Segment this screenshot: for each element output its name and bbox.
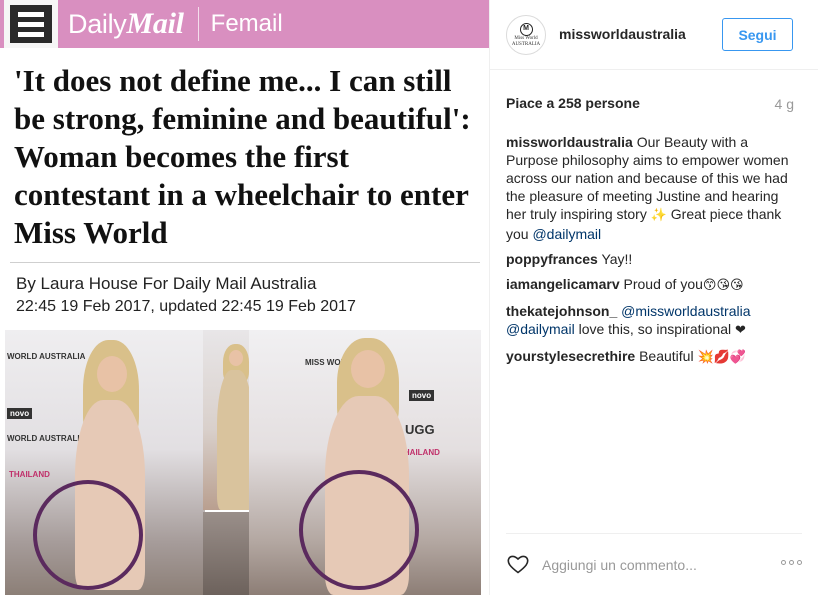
comments-list: missworldaustralia Our Beauty with a Pur…	[506, 133, 796, 374]
account-username[interactable]: missworldaustralia	[559, 26, 686, 42]
comment-text: Yay!!	[597, 251, 633, 267]
face-shape	[351, 350, 385, 388]
comment-text: love this, so inspirational	[574, 321, 735, 337]
more-options-icon[interactable]	[781, 560, 802, 565]
kiss-emoji-icon: 😙😘😘	[702, 278, 744, 293]
comment-text: Beautiful	[635, 348, 698, 364]
photo-contestant-left: WORLD AUSTRALIA novo WORLD AUSTRALIA THA…	[5, 330, 205, 595]
backdrop-text: WORLD AUSTRALIA	[7, 352, 86, 361]
face-shape	[97, 356, 127, 392]
comment-mention[interactable]: @missworldaustralia	[617, 303, 750, 319]
article-photos: WORLD AUSTRALIA novo WORLD AUSTRALIA THA…	[5, 330, 481, 595]
avatar-line2: AUSTRALIA	[511, 41, 541, 47]
comment-mention[interactable]: @dailymail	[532, 226, 601, 242]
comment-mention[interactable]: @dailymail	[506, 321, 575, 337]
photo-detail	[203, 512, 249, 595]
backdrop-text: WORLD AUSTRALIA	[7, 434, 86, 443]
wheel-shape	[299, 470, 419, 590]
backdrop-logo: novo	[7, 408, 33, 419]
dress-shape	[217, 370, 253, 510]
comment-footer	[506, 533, 802, 595]
header-divider	[197, 7, 199, 41]
comment-username[interactable]: thekatejohnson_	[506, 303, 617, 319]
instagram-post-view: DailyMail Femail 'It does not define me.…	[0, 0, 818, 595]
beautiful-emoji-icon: 💥💋💞	[697, 350, 747, 365]
avatar-logo-mark: M	[519, 22, 533, 36]
article-dates: 22:45 19 Feb 2017, updated 22:45 19 Feb …	[16, 298, 356, 315]
backdrop-logo: novo	[409, 390, 435, 401]
post-age[interactable]: 4 g	[775, 96, 794, 112]
article-byline: By Laura House For Daily Mail Australia	[16, 274, 317, 293]
face-shape	[229, 350, 243, 366]
comment-item: missworldaustralia Our Beauty with a Pur…	[506, 133, 796, 243]
comment-username[interactable]: iamangelicamarv	[506, 276, 620, 292]
comment-item: iamangelicamarv Proud of you😙😘😘	[506, 275, 796, 295]
comment-text: Proud of you	[619, 276, 703, 292]
add-comment-input[interactable]	[542, 554, 762, 576]
heart-outline-icon[interactable]	[506, 552, 530, 576]
logo-daily: Daily	[68, 9, 127, 39]
dailymail-logo: DailyMail	[68, 7, 184, 41]
avatar[interactable]: M Miss World AUSTRALIA	[506, 15, 546, 55]
heart-emoji-icon: ❤	[735, 323, 746, 338]
photo-contestant-right: MISS WORLD novo UGG THAILAND	[249, 330, 481, 595]
logo-mail: Mail	[126, 7, 184, 40]
post-image[interactable]: DailyMail Femail 'It does not define me.…	[0, 0, 490, 595]
wheel-shape	[33, 480, 143, 590]
comment-username[interactable]: poppyfrances	[506, 251, 598, 267]
dailymail-header-bar: DailyMail Femail	[0, 0, 489, 48]
post-sidebar: M Miss World AUSTRALIA missworldaustrali…	[490, 0, 818, 595]
backdrop-logo: UGG	[405, 422, 435, 437]
likes-count[interactable]: Piace a 258 persone	[506, 95, 640, 111]
comment-username[interactable]: yourstylesecrethire	[506, 348, 635, 364]
comment-item: thekatejohnson_ @missworldaustralia @dail…	[506, 302, 796, 340]
backdrop-logo: THAILAND	[9, 470, 50, 479]
article-headline: 'It does not define me... I can still be…	[14, 63, 471, 250]
sparkles-emoji-icon: ✨	[650, 208, 667, 223]
comment-item: yourstylesecrethire Beautiful 💥💋💞	[506, 347, 796, 367]
byline-divider	[10, 262, 480, 263]
comment-item: poppyfrances Yay!!	[506, 250, 796, 268]
follow-button[interactable]: Segui	[722, 18, 793, 51]
section-name: Femail	[210, 10, 283, 37]
hamburger-menu-icon	[4, 0, 58, 48]
post-header: M Miss World AUSTRALIA missworldaustrali…	[490, 0, 818, 70]
comment-username[interactable]: missworldaustralia	[506, 134, 633, 150]
